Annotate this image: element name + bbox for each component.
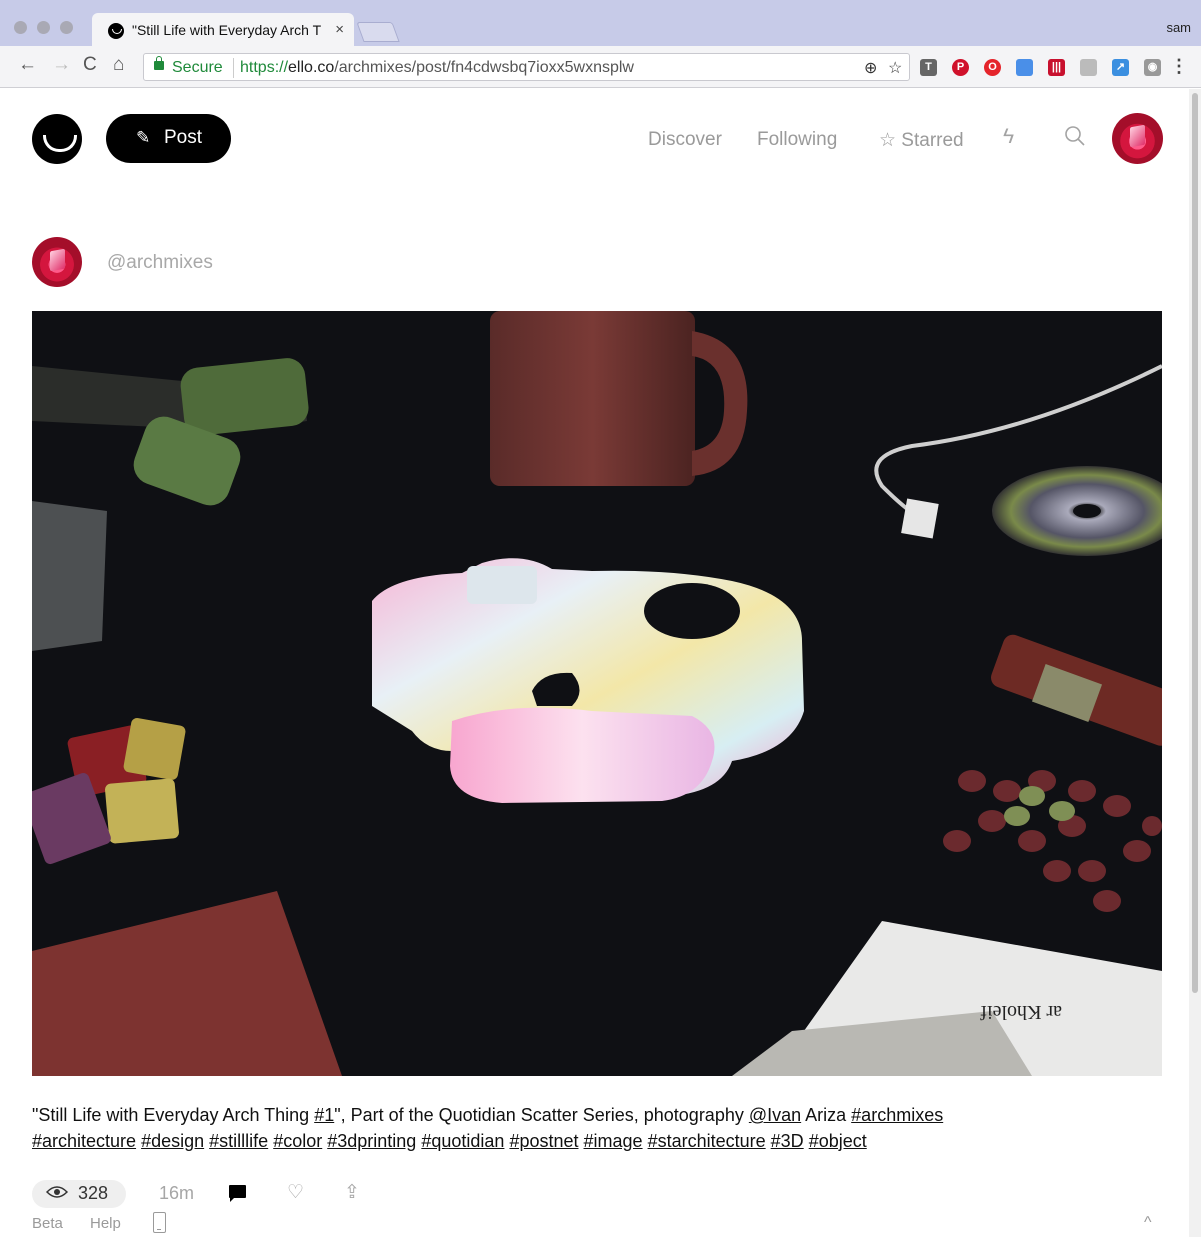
url-scheme: https:// <box>240 59 289 76</box>
new-tab-button[interactable] <box>356 22 400 42</box>
photo-scene: ar Kholeif <box>32 311 1162 1076</box>
post-tools: 328 16m ♡ ⇪ <box>32 1180 1162 1210</box>
photo-caption-text: ar Kholeif <box>980 1001 1062 1023</box>
pencil-icon: ✎ <box>136 128 151 147</box>
chevron-up-icon[interactable]: ^ <box>1144 1214 1152 1232</box>
hashtag-link[interactable]: #image <box>584 1131 643 1151</box>
url-text[interactable]: https://ello.co/archmixes/post/fn4cdwsbq… <box>240 59 634 77</box>
zoom-window-button[interactable] <box>60 21 73 34</box>
post-button[interactable]: ✎ Post <box>106 114 231 163</box>
browser-toolbar: ← → C ⌂ Secure https://ello.co/archmixes… <box>0 46 1201 88</box>
post-button-label: Post <box>164 127 203 148</box>
lock-icon <box>154 56 164 70</box>
caption-hash-link[interactable]: #1 <box>314 1105 334 1125</box>
eye-icon-svg <box>45 1186 69 1198</box>
share-icon[interactable]: ⇪ <box>344 1181 360 1204</box>
caption-text-2: ", Part of the Quotidian Scatter Series,… <box>334 1105 749 1125</box>
bookmark-star-icon[interactable]: ☆ <box>888 58 902 78</box>
browser-tab[interactable]: "Still Life with Everyday Arch T × <box>92 13 354 47</box>
footer-help-link[interactable]: Help <box>90 1215 121 1232</box>
address-divider <box>233 58 234 78</box>
extension-arrow-icon[interactable]: ↗ <box>1112 59 1129 76</box>
close-window-button[interactable] <box>14 21 27 34</box>
search-icon[interactable] <box>1064 125 1086 153</box>
hashtag-link[interactable]: #stilllife <box>209 1131 268 1151</box>
footer-beta-link[interactable]: Beta <box>32 1215 63 1232</box>
nav-starred[interactable]: ☆ Starred <box>879 129 964 152</box>
lightning-icon[interactable]: ϟ <box>1003 125 1014 149</box>
extension-bars-icon[interactable]: ||| <box>1048 59 1065 76</box>
opera-icon[interactable]: O <box>984 59 1001 76</box>
secure-label: Secure <box>172 59 223 76</box>
comment-icon[interactable] <box>229 1185 246 1202</box>
zoom-icon[interactable]: ⊕ <box>864 58 877 78</box>
author-username[interactable]: @archmixes <box>107 252 213 274</box>
hashtag-link[interactable]: #architecture <box>32 1131 136 1151</box>
drive-icon[interactable] <box>1080 59 1097 76</box>
post-timestamp[interactable]: 16m <box>159 1183 194 1204</box>
search-icon-svg <box>1065 126 1085 146</box>
pinterest-icon[interactable]: P <box>952 59 969 76</box>
heart-icon[interactable]: ♡ <box>287 1181 304 1204</box>
user-avatar[interactable] <box>1112 113 1163 164</box>
views-count: 328 <box>78 1183 109 1203</box>
ello-page: ✎ Post Discover Following ☆ Starred ϟ @a… <box>0 89 1189 1237</box>
docs-icon[interactable] <box>1016 59 1033 76</box>
views-count-badge[interactable]: 328 <box>32 1180 126 1208</box>
hashtag-link[interactable]: #starchitecture <box>648 1131 766 1151</box>
back-icon[interactable]: ← <box>18 54 37 76</box>
hashtag-link[interactable]: #postnet <box>509 1131 578 1151</box>
nav-following[interactable]: Following <box>757 129 837 151</box>
caption-text-3: Ariza <box>801 1105 852 1125</box>
browser-titlebar: "Still Life with Everyday Arch T × sam <box>0 0 1201 47</box>
hashtag-link[interactable]: #color <box>273 1131 322 1151</box>
forward-icon[interactable]: → <box>52 54 71 76</box>
hashtag-link[interactable]: #quotidian <box>421 1131 504 1151</box>
hashtag-link[interactable]: #archmixes <box>851 1105 943 1125</box>
nav-discover[interactable]: Discover <box>648 129 722 151</box>
eye-icon <box>45 1185 69 1204</box>
browser-profile-name[interactable]: sam <box>1166 20 1191 35</box>
url-host: ello.co <box>288 59 335 76</box>
page-scrollbar[interactable] <box>1189 89 1201 1237</box>
tab-close-icon[interactable]: × <box>335 21 344 38</box>
url-path: /archmixes/post/fn4cdwsbq7ioxx5wxnsplw <box>334 59 634 76</box>
author-avatar[interactable] <box>32 237 82 287</box>
scrollbar-thumb[interactable] <box>1192 93 1198 993</box>
hashtag-link[interactable]: #design <box>141 1131 204 1151</box>
browser-menu-icon[interactable]: ⋮ <box>1170 56 1188 77</box>
hashtag-link[interactable]: #3D <box>771 1131 804 1151</box>
extension-t-icon[interactable]: T <box>920 59 937 76</box>
page-footer: Beta Help ^ <box>32 1212 1162 1236</box>
minimize-window-button[interactable] <box>37 21 50 34</box>
ello-favicon-icon <box>108 23 124 39</box>
reload-icon[interactable]: C <box>83 54 97 76</box>
hashtag-link[interactable]: #object <box>809 1131 867 1151</box>
address-bar[interactable]: Secure https://ello.co/archmixes/post/fn… <box>143 53 910 81</box>
post-caption: "Still Life with Everyday Arch Thing #1"… <box>32 1102 1162 1154</box>
post-photo[interactable]: ar Kholeif <box>32 311 1162 1076</box>
home-icon[interactable]: ⌂ <box>113 54 124 76</box>
caption-text-1: "Still Life with Everyday Arch Thing <box>32 1105 315 1125</box>
hashtag-link[interactable]: #3dprinting <box>327 1131 416 1151</box>
caption-mention-link[interactable]: @Ivan <box>749 1105 801 1125</box>
camera-icon[interactable]: ◉ <box>1144 59 1161 76</box>
ello-logo-icon[interactable] <box>32 114 82 164</box>
phone-icon[interactable] <box>153 1212 166 1233</box>
tab-title: "Still Life with Everyday Arch T <box>132 22 322 38</box>
